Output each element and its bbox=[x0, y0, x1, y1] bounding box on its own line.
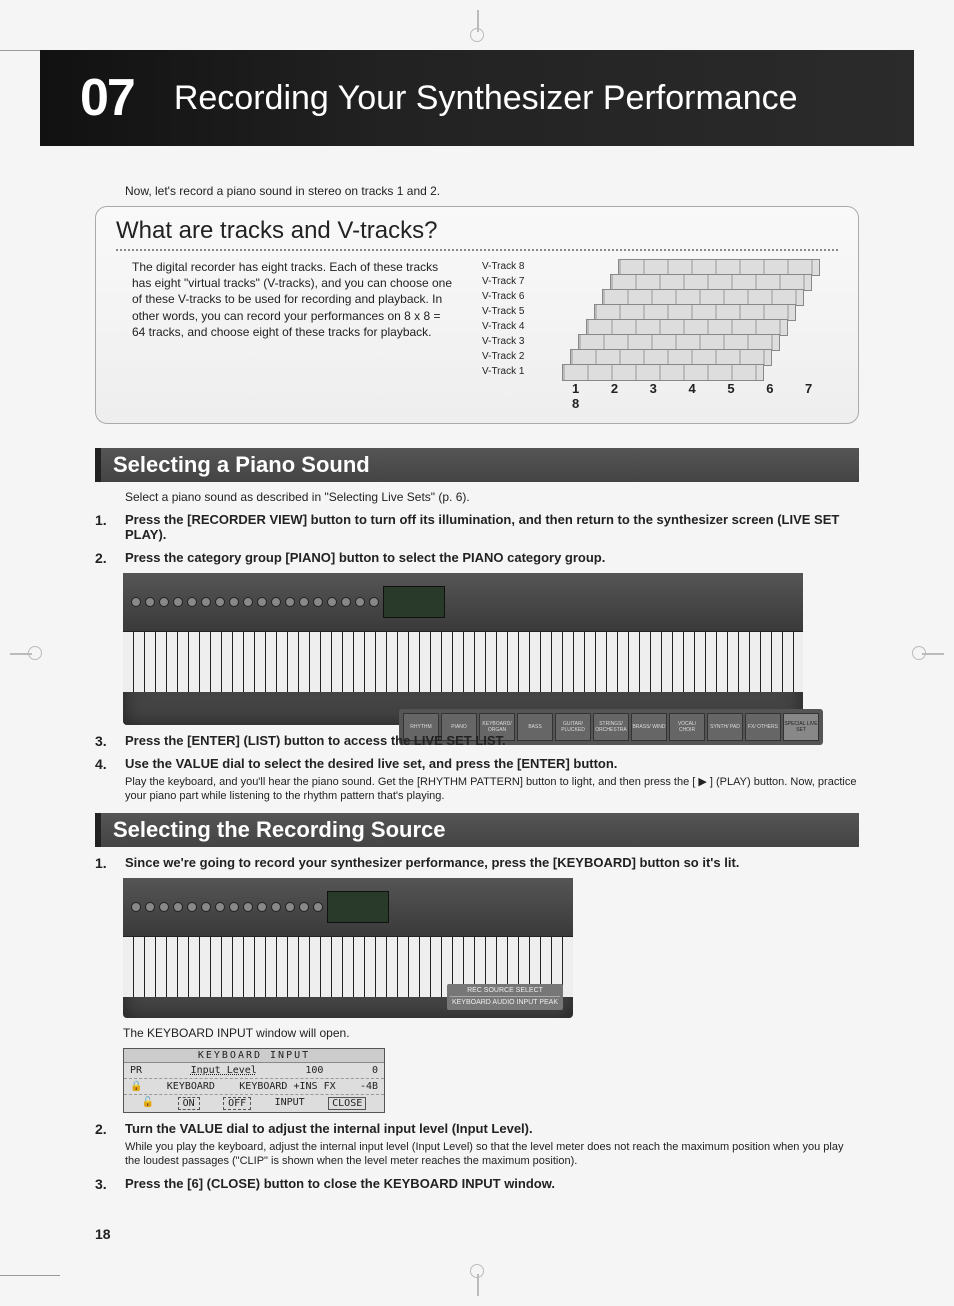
sidebar-body-text: The digital recorder has eight tracks. E… bbox=[116, 259, 452, 409]
step-item: Use the VALUE dial to select the desired… bbox=[95, 756, 859, 804]
vtrack-label: V-Track 2 bbox=[482, 349, 524, 364]
step-main: Use the VALUE dial to select the desired… bbox=[125, 756, 617, 771]
vtrack-label: V-Track 3 bbox=[482, 334, 524, 349]
step-main: Turn the VALUE dial to adjust the intern… bbox=[125, 1121, 533, 1136]
vtrack-label: V-Track 1 bbox=[482, 364, 524, 379]
vtrack-label: V-Track 7 bbox=[482, 274, 524, 289]
step-item: Press the [ENTER] (LIST) button to acces… bbox=[95, 733, 859, 748]
step-main: Since we're going to record your synthes… bbox=[125, 855, 739, 870]
vtrack-label: V-Track 8 bbox=[482, 259, 524, 274]
step-main: Press the [RECORDER VIEW] button to turn… bbox=[125, 512, 839, 542]
step-sub: Play the keyboard, and you'll hear the p… bbox=[125, 775, 859, 804]
keyboard-input-window: KEYBOARD INPUTPRInput Level1000🔒KEYBOARD… bbox=[123, 1048, 385, 1113]
step-item: Press the [6] (CLOSE) button to close th… bbox=[95, 1176, 859, 1191]
step-main: Press the [6] (CLOSE) button to close th… bbox=[125, 1176, 555, 1191]
track-numbers: 1 2 3 4 5 6 7 8 bbox=[572, 381, 838, 411]
step-main: Press the category group [PIANO] button … bbox=[125, 550, 605, 565]
chapter-banner: 07 Recording Your Synthesizer Performanc… bbox=[40, 50, 914, 146]
vtrack-diagram: V-Track 8V-Track 7V-Track 6V-Track 5V-Tr… bbox=[482, 259, 838, 409]
vtracks-sidebar: What are tracks and V-tracks? The digita… bbox=[95, 206, 859, 424]
synth-diagram-source: REC SOURCE SELECTKEYBOARD AUDIO INPUT PE… bbox=[123, 878, 573, 1018]
intro-text: Now, let's record a piano sound in stere… bbox=[125, 184, 859, 198]
chapter-title: Recording Your Synthesizer Performance bbox=[174, 79, 798, 118]
vtrack-label: V-Track 6 bbox=[482, 289, 524, 304]
piano-lead: Select a piano sound as described in "Se… bbox=[125, 490, 859, 506]
page-number: 18 bbox=[95, 1226, 111, 1242]
source-steps-list: Since we're going to record your synthes… bbox=[95, 855, 859, 1191]
step-item: Press the [RECORDER VIEW] button to turn… bbox=[95, 512, 859, 542]
section-source-title: Selecting the Recording Source bbox=[95, 813, 859, 847]
step-item: Press the category group [PIANO] button … bbox=[95, 550, 859, 565]
sidebar-heading: What are tracks and V-tracks? bbox=[116, 217, 838, 245]
vtrack-label: V-Track 5 bbox=[482, 304, 524, 319]
synth-diagram-piano: RHYTHMPIANOKEYBOARD/ ORGANBASSGUITAR/ PL… bbox=[123, 573, 803, 725]
rec-source-callout: REC SOURCE SELECTKEYBOARD AUDIO INPUT PE… bbox=[447, 984, 563, 1010]
chapter-number: 07 bbox=[80, 68, 134, 128]
step-sub: While you play the keyboard, adjust the … bbox=[125, 1140, 859, 1169]
piano-steps-list: Press the [RECORDER VIEW] button to turn… bbox=[95, 512, 859, 804]
vtrack-label: V-Track 4 bbox=[482, 319, 524, 334]
step-main: Press the [ENTER] (LIST) button to acces… bbox=[125, 733, 506, 748]
kbd-window-note: The KEYBOARD INPUT window will open. bbox=[123, 1026, 859, 1042]
step-item: Turn the VALUE dial to adjust the intern… bbox=[95, 1121, 859, 1169]
section-piano-title: Selecting a Piano Sound bbox=[95, 448, 859, 482]
step-item: Since we're going to record your synthes… bbox=[95, 855, 859, 870]
